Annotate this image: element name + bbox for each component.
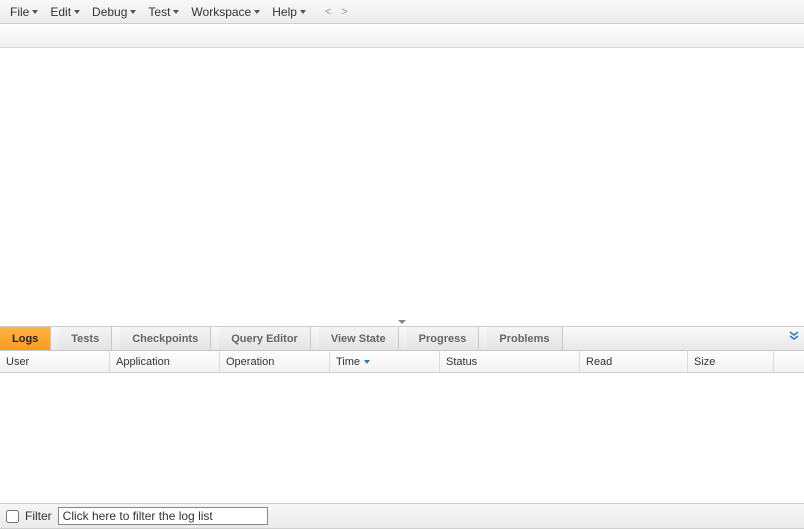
menu-file-label: File xyxy=(10,5,29,19)
column-header-size[interactable]: Size xyxy=(688,351,774,372)
column-header-user[interactable]: User xyxy=(0,351,110,372)
editor-area xyxy=(0,48,804,326)
nav-back-button[interactable]: < xyxy=(320,6,336,18)
tab-label: Query Editor xyxy=(231,333,298,345)
menu-debug-label: Debug xyxy=(92,5,127,19)
filter-bar: Filter xyxy=(0,503,804,529)
menu-workspace[interactable]: Workspace xyxy=(185,0,266,23)
chevron-left-icon: < xyxy=(325,6,331,18)
tab-label: Problems xyxy=(499,333,549,345)
caret-down-icon xyxy=(398,320,406,324)
tab-bar: Logs Tests Checkpoints Query Editor View… xyxy=(0,327,804,351)
log-table-body xyxy=(0,373,804,503)
bottom-panel: Logs Tests Checkpoints Query Editor View… xyxy=(0,326,804,529)
column-label: Status xyxy=(446,356,477,368)
column-header-application[interactable]: Application xyxy=(110,351,220,372)
tab-tests[interactable]: Tests xyxy=(59,327,112,350)
menu-test-label: Test xyxy=(148,5,170,19)
column-label: Time xyxy=(336,356,360,368)
menu-debug[interactable]: Debug xyxy=(86,0,142,23)
column-header-time[interactable]: Time xyxy=(330,351,440,372)
column-label: User xyxy=(6,356,29,368)
caret-down-icon xyxy=(173,10,179,14)
panel-splitter[interactable] xyxy=(387,318,417,326)
column-header-status[interactable]: Status xyxy=(440,351,580,372)
tab-label: Logs xyxy=(12,333,38,345)
double-chevron-down-icon xyxy=(788,331,800,345)
caret-down-icon xyxy=(130,10,136,14)
column-label: Read xyxy=(586,356,612,368)
caret-down-icon xyxy=(74,10,80,14)
tab-label: Progress xyxy=(419,333,467,345)
nav-forward-button[interactable]: > xyxy=(336,6,352,18)
filter-input[interactable] xyxy=(58,507,268,525)
menu-test[interactable]: Test xyxy=(142,0,185,23)
tab-checkpoints[interactable]: Checkpoints xyxy=(120,327,211,350)
filter-label: Filter xyxy=(25,509,52,523)
menu-help-label: Help xyxy=(272,5,297,19)
toolbar-strip xyxy=(0,24,804,48)
caret-down-icon xyxy=(300,10,306,14)
menu-edit[interactable]: Edit xyxy=(44,0,86,23)
tab-query-editor[interactable]: Query Editor xyxy=(219,327,311,350)
menu-help[interactable]: Help xyxy=(266,0,312,23)
caret-down-icon xyxy=(254,10,260,14)
tab-label: Tests xyxy=(71,333,99,345)
log-column-headers: User Application Operation Time Status R… xyxy=(0,351,804,373)
expand-panel-button[interactable] xyxy=(788,330,800,345)
column-label: Application xyxy=(116,356,170,368)
tab-problems[interactable]: Problems xyxy=(487,327,562,350)
chevron-right-icon: > xyxy=(341,6,347,18)
menu-file[interactable]: File xyxy=(4,0,44,23)
tab-label: Checkpoints xyxy=(132,333,198,345)
tab-logs[interactable]: Logs xyxy=(0,327,51,350)
menu-edit-label: Edit xyxy=(50,5,71,19)
column-label: Size xyxy=(694,356,715,368)
column-header-operation[interactable]: Operation xyxy=(220,351,330,372)
column-label: Operation xyxy=(226,356,274,368)
column-header-read[interactable]: Read xyxy=(580,351,688,372)
tab-view-state[interactable]: View State xyxy=(319,327,399,350)
column-header-blank[interactable] xyxy=(774,351,804,372)
sort-descending-icon xyxy=(364,360,370,364)
tab-label: View State xyxy=(331,333,386,345)
caret-down-icon xyxy=(32,10,38,14)
filter-checkbox[interactable] xyxy=(6,510,19,523)
tab-progress[interactable]: Progress xyxy=(407,327,480,350)
menu-bar: File Edit Debug Test Workspace Help < > xyxy=(0,0,804,24)
menu-workspace-label: Workspace xyxy=(191,5,251,19)
